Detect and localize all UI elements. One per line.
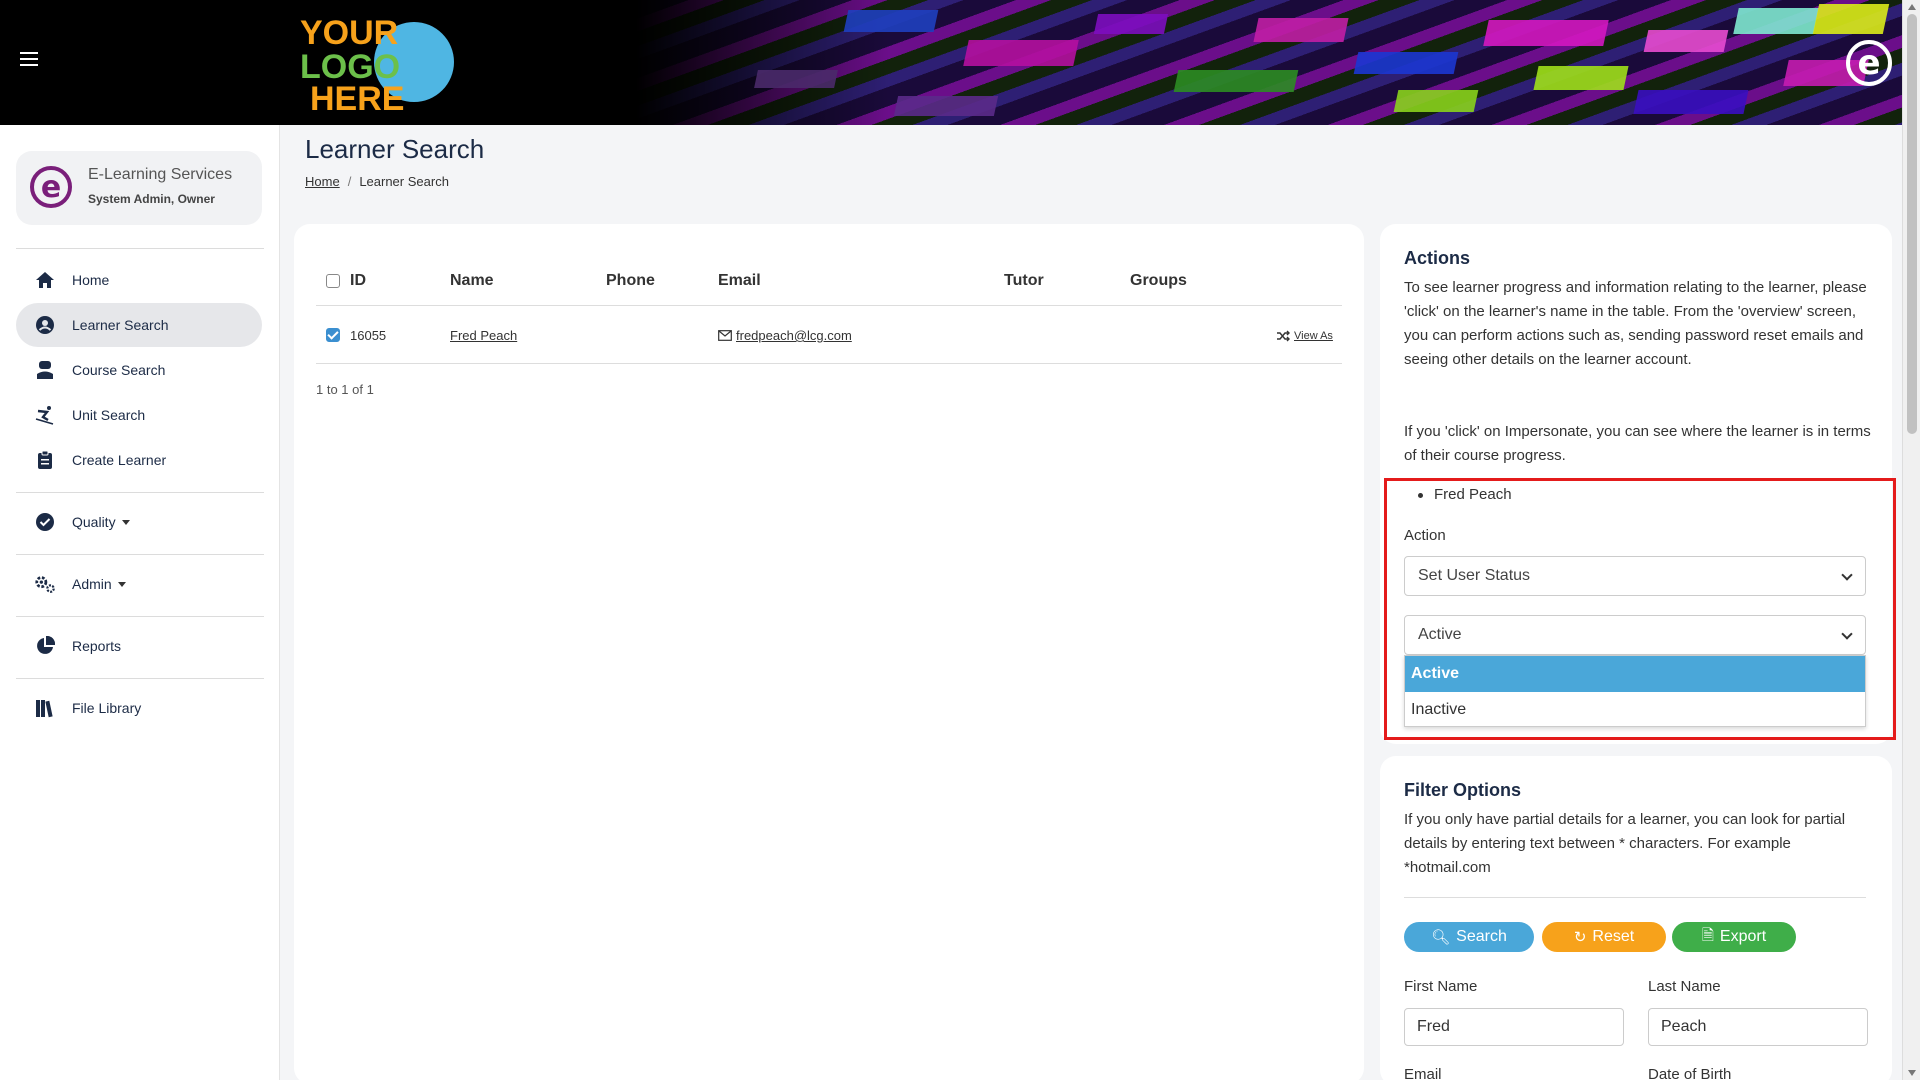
table-row: 16055 Fred Peach fredpeach@lcg.com View … bbox=[316, 306, 1342, 364]
sidebar-item-label: Unit Search bbox=[72, 407, 146, 423]
menu-toggle-icon[interactable] bbox=[20, 52, 38, 68]
last-name-label: Last Name bbox=[1648, 978, 1721, 995]
actions-title: Actions bbox=[1404, 248, 1471, 268]
home-icon bbox=[34, 269, 56, 291]
column-header-groups[interactable]: Groups bbox=[1130, 272, 1187, 290]
learner-name-link[interactable]: Fred Peach bbox=[450, 328, 517, 343]
sidebar-item-reports[interactable]: Reports bbox=[16, 624, 262, 668]
column-header-phone[interactable]: Phone bbox=[606, 272, 655, 290]
column-header-email[interactable]: Email bbox=[718, 272, 761, 290]
clipboard-icon bbox=[34, 449, 56, 471]
learner-table-card: ID Name Phone Email Tutor Groups 16055 F… bbox=[294, 224, 1364, 1080]
learner-id: 16055 bbox=[350, 328, 387, 343]
filter-title: Filter Options bbox=[1404, 780, 1521, 800]
sidebar-item-label: Reports bbox=[72, 638, 122, 654]
sidebar-item-course-search[interactable]: Course Search bbox=[16, 348, 262, 392]
filter-divider bbox=[1404, 897, 1866, 898]
sidebar-item-home[interactable]: Home bbox=[16, 258, 262, 302]
column-header-name[interactable]: Name bbox=[450, 272, 494, 290]
sidebar-item-label: Admin bbox=[72, 576, 112, 592]
row-checkbox[interactable] bbox=[326, 328, 340, 342]
column-header-id[interactable]: ID bbox=[350, 272, 366, 290]
chevron-down-icon bbox=[121, 519, 130, 525]
sidebar-item-file-library[interactable]: File Library bbox=[16, 686, 262, 730]
scroll-up-icon[interactable] bbox=[1908, 4, 1916, 10]
sidebar-item-label: File Library bbox=[72, 700, 142, 716]
search-button[interactable]: 🔍︎ Search bbox=[1404, 922, 1534, 952]
avatar: e bbox=[30, 166, 72, 208]
reset-button[interactable]: ↻ Reset bbox=[1542, 922, 1666, 952]
filter-options-card: Filter Options If you only have partial … bbox=[1380, 756, 1892, 1080]
table-header: ID Name Phone Email Tutor Groups bbox=[316, 254, 1342, 306]
sidebar-item-create-learner[interactable]: Create Learner bbox=[16, 438, 262, 482]
svg-text:HERE: HERE bbox=[310, 80, 404, 115]
sidebar-divider bbox=[16, 492, 264, 493]
top-header: YOUR LOGO HERE e bbox=[0, 0, 1902, 125]
books-icon bbox=[34, 697, 56, 719]
pagination-info: 1 to 1 of 1 bbox=[316, 382, 374, 397]
page-title: Learner Search bbox=[305, 134, 485, 164]
sidebar-item-admin[interactable]: Admin bbox=[16, 562, 262, 606]
shuffle-icon bbox=[1277, 330, 1290, 342]
select-all-checkbox[interactable] bbox=[326, 274, 340, 288]
sidebar-item-quality[interactable]: Quality bbox=[16, 500, 262, 544]
file-excel-icon: 🗎 bbox=[1701, 925, 1714, 944]
sidebar-item-label: Create Learner bbox=[72, 452, 167, 468]
sidebar-item-label: Quality bbox=[72, 514, 116, 530]
header-banner bbox=[636, 0, 1902, 125]
page-scrollbar[interactable] bbox=[1902, 0, 1920, 1080]
actions-description: To see learner progress and information … bbox=[1404, 279, 1867, 368]
svg-text:YOUR: YOUR bbox=[300, 14, 398, 52]
profile-card[interactable]: e E-Learning Services System Admin, Owne… bbox=[16, 151, 262, 225]
sidebar-item-label: Course Search bbox=[72, 362, 166, 378]
view-as-link[interactable]: View As bbox=[1294, 330, 1333, 342]
breadcrumb-home-link[interactable]: Home bbox=[305, 174, 340, 189]
export-button[interactable]: 🗎 Export bbox=[1672, 922, 1796, 952]
first-name-label: First Name bbox=[1404, 978, 1478, 995]
search-icon: 🔍︎ bbox=[1431, 928, 1451, 946]
graduate-icon bbox=[34, 359, 56, 381]
pie-chart-icon bbox=[34, 635, 56, 657]
check-circle-icon bbox=[34, 511, 56, 533]
scroll-down-icon[interactable] bbox=[1908, 1070, 1916, 1076]
last-name-input[interactable]: Peach bbox=[1648, 1008, 1868, 1046]
sidebar-divider bbox=[16, 248, 264, 249]
envelope-icon bbox=[718, 330, 732, 341]
view-as-action[interactable]: View As bbox=[1276, 330, 1333, 342]
skiing-icon bbox=[34, 404, 56, 426]
chevron-down-icon bbox=[117, 581, 126, 587]
refresh-icon: ↻ bbox=[1573, 928, 1587, 946]
cogs-icon bbox=[34, 573, 56, 595]
sidebar-divider bbox=[16, 554, 264, 555]
column-header-tutor[interactable]: Tutor bbox=[1004, 272, 1044, 290]
breadcrumb: Home / Learner Search bbox=[305, 174, 449, 189]
highlight-box bbox=[1384, 478, 1896, 740]
scrollbar-thumb[interactable] bbox=[1907, 14, 1917, 434]
impersonate-description: If you 'click' on Impersonate, you can s… bbox=[1404, 423, 1871, 464]
dob-label: Date of Birth bbox=[1648, 1066, 1732, 1080]
brand-e-icon: e bbox=[1846, 40, 1892, 86]
filter-description: If you only have partial details for a l… bbox=[1404, 811, 1846, 876]
email-label: Email bbox=[1404, 1066, 1442, 1080]
breadcrumb-current: Learner Search bbox=[359, 174, 449, 189]
sidebar-item-label: Learner Search bbox=[72, 317, 169, 333]
sidebar-divider bbox=[16, 678, 264, 679]
sidebar-divider bbox=[16, 616, 264, 617]
first-name-input[interactable]: Fred bbox=[1404, 1008, 1624, 1046]
sidebar-item-label: Home bbox=[72, 272, 110, 288]
learner-email-link[interactable]: fredpeach@lcg.com bbox=[736, 328, 852, 343]
user-role: System Admin, Owner bbox=[88, 192, 215, 206]
company-logo: YOUR LOGO HERE bbox=[296, 10, 476, 118]
sidebar: e E-Learning Services System Admin, Owne… bbox=[0, 125, 280, 1080]
sidebar-item-learner-search[interactable]: Learner Search bbox=[16, 303, 262, 347]
org-name: E-Learning Services bbox=[88, 166, 233, 183]
sidebar-item-unit-search[interactable]: Unit Search bbox=[16, 393, 262, 437]
user-circle-icon bbox=[34, 314, 56, 336]
